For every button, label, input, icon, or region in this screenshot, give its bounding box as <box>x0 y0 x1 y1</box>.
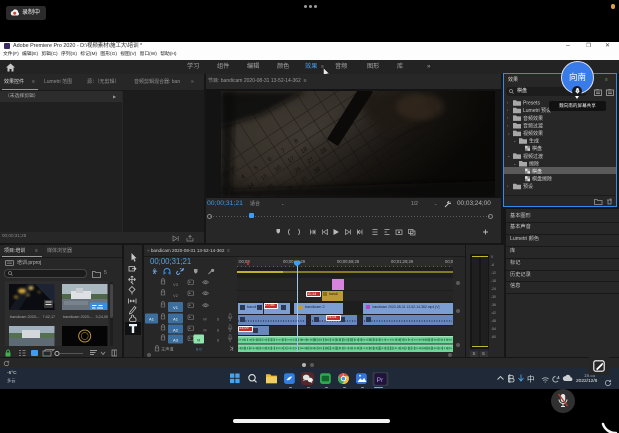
svg-text:A3: A3 <box>173 338 179 343</box>
svg-text:A1: A1 <box>149 317 155 322</box>
svg-text:›: › <box>507 184 509 189</box>
svg-text:棋盘: 棋盘 <box>532 145 542 152</box>
svg-text:擦除: 擦除 <box>529 160 539 167</box>
svg-text:V1: V1 <box>173 305 179 310</box>
svg-text:V3: V3 <box>173 282 179 287</box>
svg-text:›: › <box>507 100 509 105</box>
svg-text:主声道: 主声道 <box>161 346 174 353</box>
svg-text:S: S <box>217 329 220 333</box>
svg-text:0.0: 0.0 <box>196 347 202 352</box>
svg-text:A2: A2 <box>173 328 179 333</box>
svg-text:M: M <box>197 339 200 343</box>
svg-text:Presets: Presets <box>523 101 540 107</box>
svg-text:棋盘擦除: 棋盘擦除 <box>532 176 552 183</box>
svg-text:S: S <box>217 318 220 322</box>
svg-text:V2: V2 <box>173 293 179 298</box>
svg-text:音频过渡: 音频过渡 <box>523 122 543 129</box>
svg-text:视频效果: 视频效果 <box>523 130 543 137</box>
svg-text:M: M <box>203 329 206 333</box>
svg-text:Lumetri 预设: Lumetri 预设 <box>523 107 551 114</box>
svg-text:A1: A1 <box>173 317 179 322</box>
svg-text:›: › <box>507 123 509 128</box>
svg-text:⌄: ⌄ <box>513 161 516 166</box>
svg-text:视频过渡: 视频过渡 <box>523 153 543 160</box>
svg-text:棋盘: 棋盘 <box>532 168 542 175</box>
svg-text:生成: 生成 <box>529 138 539 145</box>
svg-text:›: › <box>507 115 509 120</box>
svg-text:›: › <box>507 108 509 113</box>
svg-text:Pr: Pr <box>377 377 385 384</box>
svg-text:音频效果: 音频效果 <box>523 115 543 122</box>
svg-text:⌄: ⌄ <box>513 138 516 143</box>
svg-text:M: M <box>203 318 206 322</box>
svg-text:预设: 预设 <box>523 183 533 190</box>
svg-text:⌄: ⌄ <box>507 153 510 158</box>
svg-text:中: 中 <box>527 373 535 384</box>
svg-text:⌄: ⌄ <box>507 130 510 135</box>
svg-text:S: S <box>217 339 220 343</box>
